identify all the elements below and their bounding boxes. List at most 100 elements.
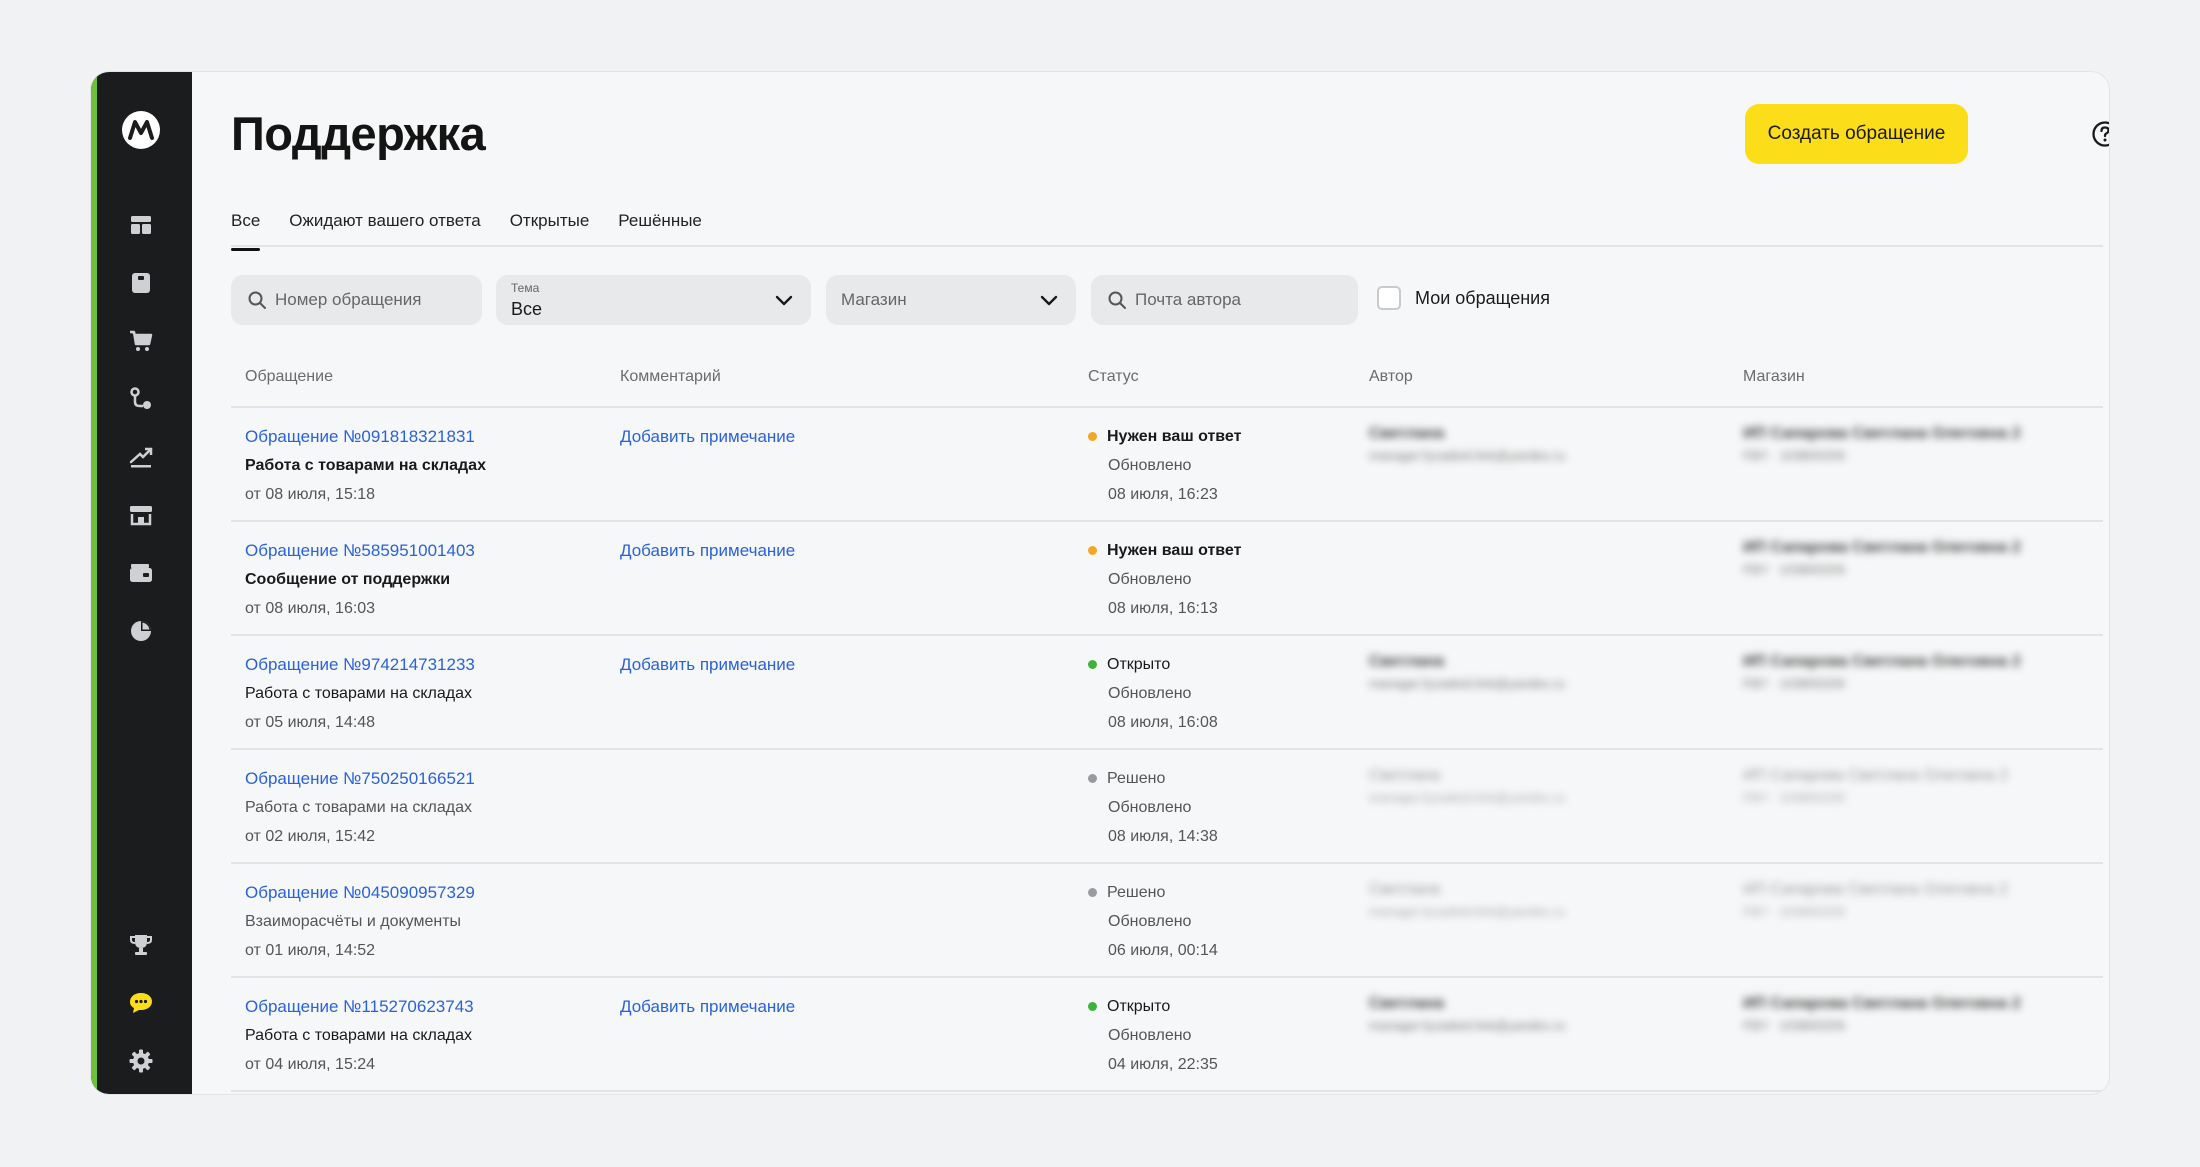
my-tickets-label: Мои обращения xyxy=(1415,287,1550,308)
shop-name: ИП Сапарова Светлана Олеговна 2 xyxy=(1743,995,2021,1012)
status-dot xyxy=(1088,660,1097,669)
ticket-topic: Работа с товарами на складах xyxy=(245,1027,472,1044)
chevron-down-icon xyxy=(1038,289,1060,316)
table-row[interactable]: Обращение №091818321831 Работа с товарам… xyxy=(231,408,2103,522)
updated-label: Обновлено xyxy=(1108,799,1192,816)
ticket-link[interactable]: Обращение №115270623743 xyxy=(245,992,474,1021)
shop-select[interactable]: Магазин xyxy=(826,275,1076,325)
ticket-link[interactable]: Обращение №974214731233 xyxy=(245,650,475,679)
shop-id: FBY · 103800209 xyxy=(1743,562,1845,577)
author-email-placeholder: Почта автора xyxy=(1135,290,1242,309)
shop-select-placeholder: Магазин xyxy=(841,290,907,309)
shop-name: ИП Сапарова Светлана Олеговна 2 xyxy=(1743,539,2021,556)
ticket-link[interactable]: Обращение №750250166521 xyxy=(245,764,475,793)
wallet-icon[interactable] xyxy=(125,557,157,589)
updated-date: 08 июля, 16:13 xyxy=(1108,600,1218,617)
logistics-icon[interactable] xyxy=(125,383,157,415)
dashboard-icon[interactable] xyxy=(125,209,157,241)
updated-date: 08 июля, 16:08 xyxy=(1108,714,1218,731)
updated-label: Обновлено xyxy=(1108,913,1192,930)
status-label: Нужен ваш ответ xyxy=(1107,542,1242,559)
product-card-icon[interactable] xyxy=(125,267,157,299)
updated-label: Обновлено xyxy=(1108,571,1192,588)
ticket-topic: Взаиморасчёты и документы xyxy=(245,913,462,930)
updated-label: Обновлено xyxy=(1108,685,1192,702)
growth-icon[interactable] xyxy=(125,441,157,473)
topic-select-label: Тема xyxy=(511,281,540,295)
updated-date: 04 июля, 22:35 xyxy=(1108,1056,1218,1073)
ticket-created: от 02 июля, 15:42 xyxy=(245,828,376,845)
trophy-icon[interactable] xyxy=(125,929,157,961)
add-note-link[interactable]: Добавить примечание xyxy=(620,427,795,446)
author-name: Светлана xyxy=(1369,425,1445,442)
shop-id: FBY · 103800209 xyxy=(1743,1018,1845,1033)
author-email: manager.fyzadeid.link@yandex.ru xyxy=(1369,448,1566,463)
ticket-number-search[interactable]: Номер обращения xyxy=(231,275,482,325)
shop-id: FBY · 103800209 xyxy=(1743,790,1845,805)
table-row[interactable]: Обращение №750250166521 Работа с товарам… xyxy=(231,750,2103,864)
add-note-link[interactable]: Добавить примечание xyxy=(620,655,795,674)
updated-label: Обновлено xyxy=(1108,457,1192,474)
tabs-divider xyxy=(231,245,2103,247)
status-dot xyxy=(1088,888,1097,897)
author-email: manager.fyzadeid.link@yandex.ru xyxy=(1369,790,1566,805)
table-row[interactable]: Обращение №045090957329 Взаиморасчёты и … xyxy=(231,864,2103,978)
author-name: Светлана xyxy=(1369,995,1445,1012)
search-icon xyxy=(247,290,267,310)
main-content: Поддержка Создать обращение Все Ожидают … xyxy=(192,72,2109,1094)
status-label: Решено xyxy=(1107,770,1166,787)
pie-chart-icon[interactable] xyxy=(125,615,157,647)
ticket-link[interactable]: Обращение №045090957329 xyxy=(245,878,475,907)
status-label: Открыто xyxy=(1107,656,1171,673)
storefront-icon[interactable] xyxy=(125,499,157,531)
author-email: manager.fyzadeid.link@yandex.ru xyxy=(1369,1018,1566,1033)
author-email-search[interactable]: Почта автора xyxy=(1091,275,1358,325)
ticket-link[interactable]: Обращение №585951001403 xyxy=(245,536,475,565)
market-logo-icon[interactable] xyxy=(120,109,162,151)
shop-name: ИП Сапарова Светлана Олеговна 2 xyxy=(1743,425,2021,442)
author-name: Светлана xyxy=(1369,767,1441,784)
ticket-created: от 05 июля, 14:48 xyxy=(245,714,376,731)
shop-id: FBY · 103800209 xyxy=(1743,904,1845,919)
ticket-topic: Работа с товарами на складах xyxy=(245,799,472,816)
status-label: Решено xyxy=(1107,884,1166,901)
status-dot xyxy=(1088,546,1097,555)
topic-select-value: Все xyxy=(511,299,543,319)
accent-edge xyxy=(91,72,97,1094)
table-row[interactable]: Обращение №974214731233 Работа с товарам… xyxy=(231,636,2103,750)
chevron-down-icon xyxy=(773,289,795,316)
sidebar xyxy=(91,72,192,1094)
updated-label: Обновлено xyxy=(1108,1027,1192,1044)
updated-date: 08 июля, 14:38 xyxy=(1108,828,1218,845)
updated-date: 06 июля, 00:14 xyxy=(1108,942,1218,959)
ticket-topic: Работа с товарами на складах xyxy=(245,685,472,702)
author-name: Светлана xyxy=(1369,653,1445,670)
settings-icon[interactable] xyxy=(125,1045,157,1077)
updated-date: 08 июля, 16:23 xyxy=(1108,486,1218,503)
table-row[interactable]: Обращение №585951001403 Сообщение от под… xyxy=(231,522,2103,636)
create-ticket-button[interactable]: Создать обращение xyxy=(1745,104,1968,164)
topic-select[interactable]: Тема Все xyxy=(496,275,811,325)
my-tickets-checkbox[interactable]: Мои обращения xyxy=(1377,286,1550,310)
status-label: Нужен ваш ответ xyxy=(1107,428,1242,445)
ticket-link[interactable]: Обращение №091818321831 xyxy=(245,422,486,451)
shop-name: ИП Сапарова Светлана Олеговна 2 xyxy=(1743,653,2021,670)
col-header-comment: Комментарий xyxy=(620,368,721,385)
add-note-link[interactable]: Добавить примечание xyxy=(620,541,795,560)
shop-name: ИП Сапарова Светлана Олеговна 2 xyxy=(1743,881,2009,898)
ticket-created: от 08 июля, 16:03 xyxy=(245,600,376,617)
status-dot xyxy=(1088,1002,1097,1011)
author-email: manager.fyzadeid.link@yandex.ru xyxy=(1369,676,1566,691)
help-icon[interactable] xyxy=(2088,117,2109,151)
add-note-link[interactable]: Добавить примечание xyxy=(620,997,795,1016)
page-title: Поддержка xyxy=(231,107,486,160)
status-dot xyxy=(1088,774,1097,783)
checkbox-box[interactable] xyxy=(1377,286,1401,310)
table-row[interactable]: Обращение №115270623743 Работа с товарам… xyxy=(231,978,2103,1092)
chat-icon[interactable] xyxy=(125,987,157,1019)
cart-icon[interactable] xyxy=(125,325,157,357)
col-header-status: Статус xyxy=(1088,368,1139,385)
shop-id: FBY · 103800209 xyxy=(1743,676,1845,691)
ticket-created: от 04 июля, 15:24 xyxy=(245,1056,376,1073)
status-dot xyxy=(1088,432,1097,441)
